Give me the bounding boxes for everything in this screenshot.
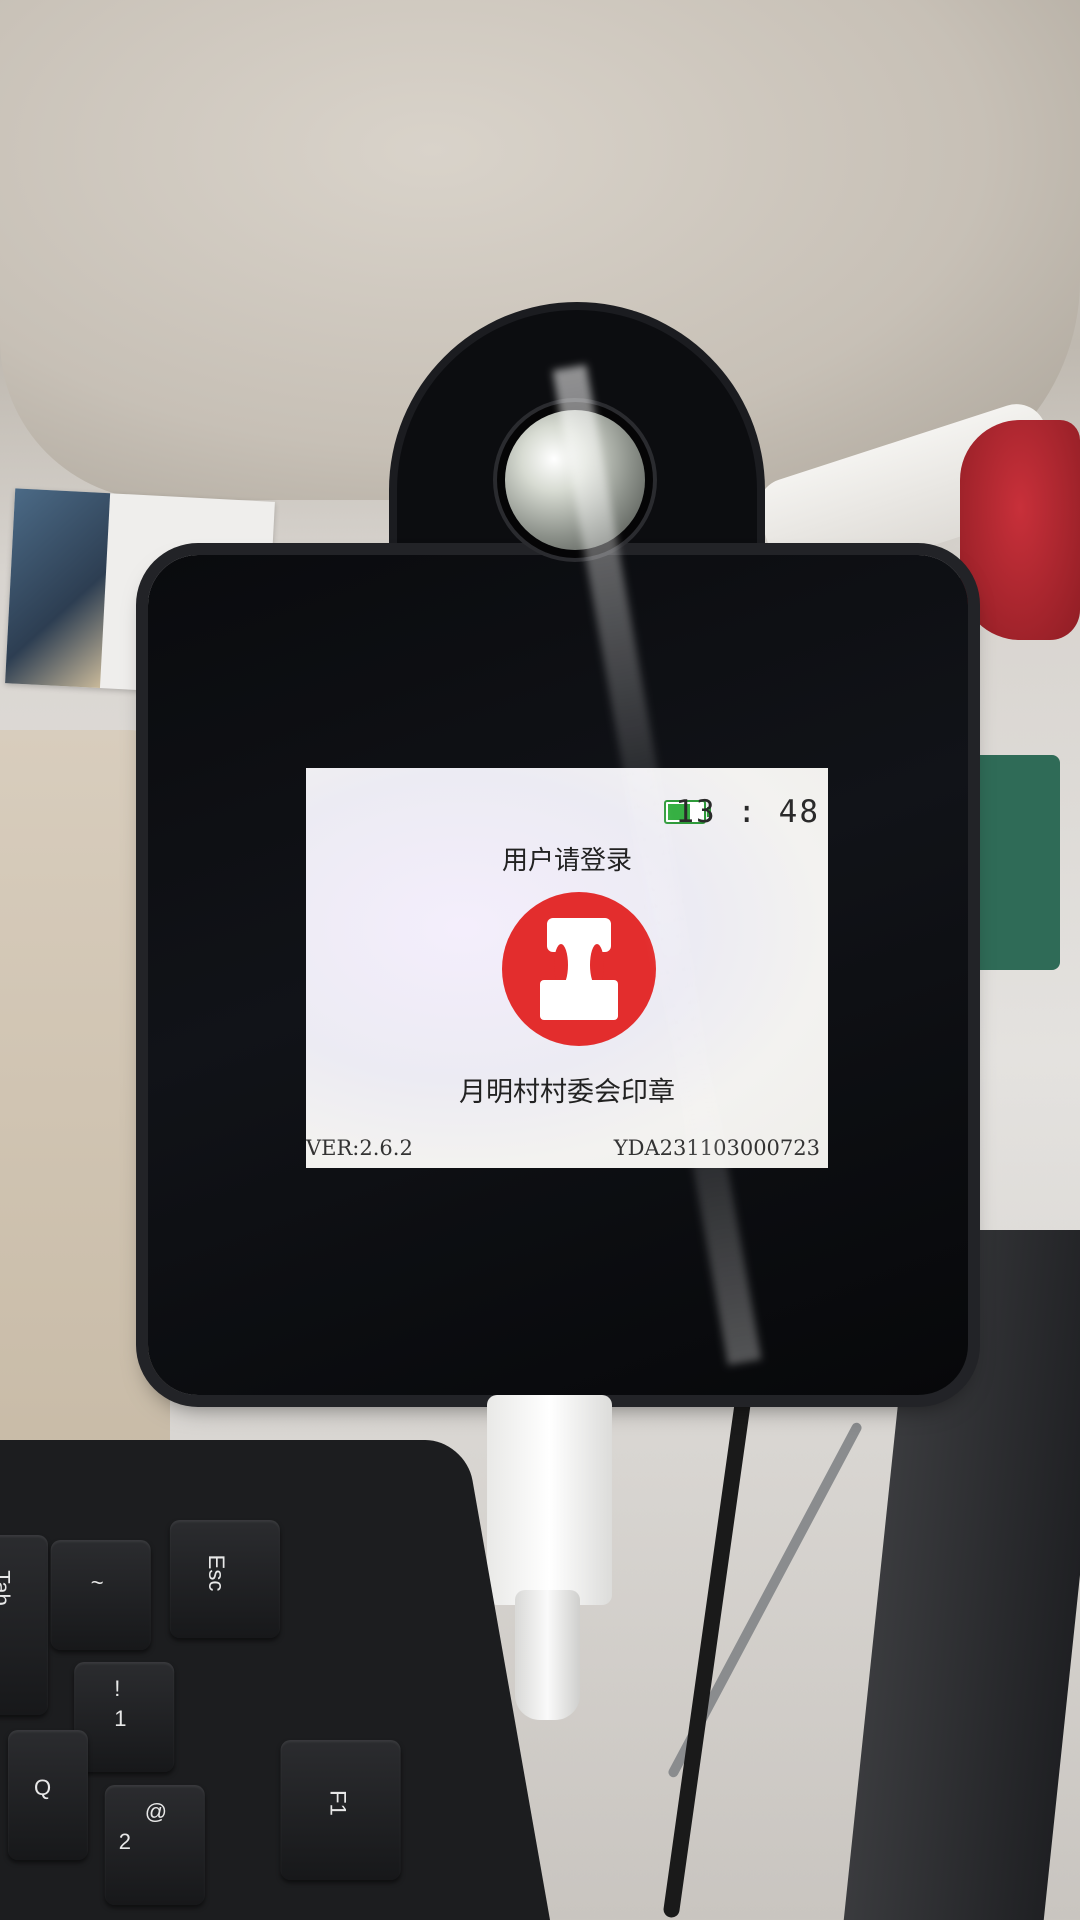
background-toy	[960, 420, 1080, 640]
keyboard: Esc Tab ~ ! 1 Q @ 2 F1	[0, 1440, 551, 1920]
key-tilde-label: ~	[90, 1570, 104, 1595]
stamp-base	[540, 980, 618, 1020]
key-2-label: 2	[118, 1829, 132, 1854]
key-tilde[interactable]: ~	[50, 1540, 151, 1650]
usb-plug	[487, 1395, 612, 1605]
key-2-symbol: @	[144, 1799, 168, 1824]
stamp-handle-neck	[554, 944, 604, 986]
key-esc[interactable]: Esc	[169, 1520, 280, 1638]
background-sign	[960, 755, 1060, 970]
key-tab[interactable]: Tab	[0, 1535, 48, 1715]
firmware-version: VER:2.6.2	[306, 1136, 413, 1160]
device-screen[interactable]: 13 : 48 用户请登录 月明村村委会印章 VER:2.6.2 YDA2311…	[306, 768, 828, 1168]
key-esc-label: Esc	[204, 1554, 230, 1592]
background-card-picture	[5, 488, 111, 689]
key-f1[interactable]: F1	[280, 1740, 401, 1880]
key-tab-label: Tab	[0, 1570, 15, 1606]
seal-name: 月明村村委会印章	[459, 1077, 675, 1108]
key-1-symbol: !	[114, 1676, 121, 1701]
status-time: 13 : 48	[675, 794, 820, 830]
key-q-label: Q	[33, 1775, 52, 1800]
key-1-label: 1	[114, 1706, 127, 1731]
key-q[interactable]: Q	[7, 1730, 88, 1860]
usb-plug-tip	[515, 1590, 580, 1720]
key-f1-label: F1	[325, 1790, 351, 1816]
stamp-icon	[502, 892, 656, 1046]
login-prompt: 用户请登录	[501, 846, 632, 876]
background-board	[0, 730, 170, 1470]
key-2[interactable]: @ 2	[104, 1785, 205, 1905]
key-1[interactable]: ! 1	[74, 1662, 175, 1772]
